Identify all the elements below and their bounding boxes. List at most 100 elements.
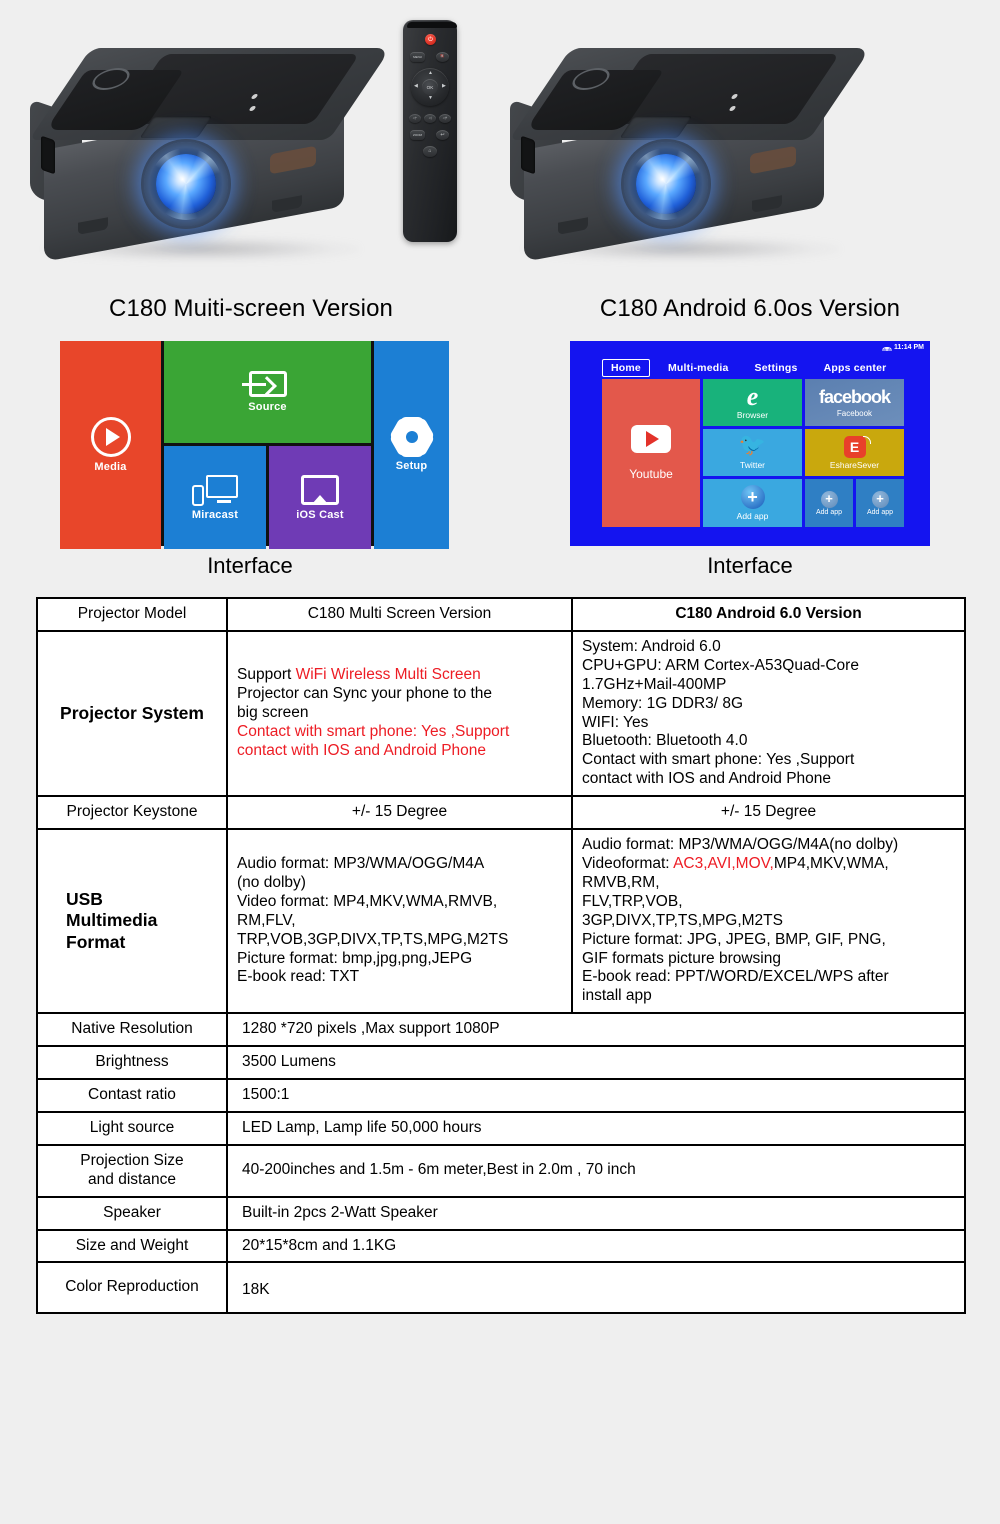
table-row-brightness: Brightness 3500 Lumens — [36, 1045, 966, 1081]
system-multi-line-5: contact with IOS and Android Phone — [237, 741, 487, 759]
app-tile-add-app-3[interactable]: + Add app — [856, 479, 904, 527]
remote-ok-button[interactable]: OK — [422, 79, 438, 95]
remote-left-arrow-icon[interactable]: ◀ — [414, 84, 418, 89]
row-label-contrast-ratio: Contast ratio — [36, 1078, 228, 1113]
row-label-speaker: Speaker — [36, 1195, 228, 1231]
nav-item-multimedia[interactable]: Multi-media — [660, 360, 737, 376]
usb-android-line-4: FLV,TRP,VOB, — [582, 892, 683, 910]
product-title-android: C180 Android 6.0os Version — [599, 295, 901, 322]
remote-home-button[interactable]: ⌂ — [423, 146, 437, 157]
app-tile-browser[interactable]: e Browser — [703, 379, 802, 426]
app-tile-facebook[interactable]: facebook Facebook — [805, 379, 904, 426]
remote-multiscreen: ⏻ MENU 🔇 ▲ ▼ ◀ ▶ OK ◁− ◁ ◁+ ZOOM ↩ ⌂ — [403, 20, 457, 270]
table-row-contrast-ratio: Contast ratio 1500:1 — [36, 1078, 966, 1113]
app-tile-youtube[interactable]: Youtube — [602, 379, 700, 527]
usb-multi-line-3: Video format: MP4,MKV,WMA,RMVB, — [237, 892, 498, 910]
table-row-light-source: Light source LED Lamp, Lamp life 50,000 … — [36, 1110, 966, 1146]
table-row-keystone: Projector Keystone +/- 15 Degree +/- 15 … — [36, 795, 966, 831]
remote-body: ⏻ MENU 🔇 ▲ ▼ ◀ ▶ OK ◁− ◁ ◁+ ZOOM ↩ ⌂ — [403, 20, 457, 242]
remote-up-arrow-icon[interactable]: ▲ — [428, 71, 433, 76]
remote-power-button[interactable]: ⏻ — [425, 34, 436, 45]
android-ui-screenshot: 11:14 PM Home Multi-media Settings Apps … — [570, 341, 930, 546]
system-android-line-7: Contact with smart phone: Yes ,Support — [582, 751, 855, 769]
system-android-line-8: contact with IOS and Android Phone — [582, 770, 832, 788]
remote-menu-button[interactable]: MENU — [410, 52, 425, 62]
projection-size-label-line-1: Projection Size — [80, 1151, 184, 1169]
projector-android-photo — [502, 38, 872, 283]
cell-light-source-value: LED Lamp, Lamp life 50,000 hours — [226, 1110, 966, 1146]
system-android-line-1: System: Android 6.0 — [582, 637, 721, 655]
metro-tile-label: Miracast — [191, 508, 239, 521]
usb-android-line-7: GIF formats picture browsing — [582, 949, 781, 967]
app-add-row: + Add app + Add app — [805, 479, 904, 527]
projection-size-label-line-2: and distance — [88, 1170, 176, 1188]
row-label-line-1: Projector System — [60, 702, 204, 723]
twitter-bird-icon — [739, 432, 767, 458]
wifi-icon — [882, 344, 892, 351]
cell-keystone-android: +/- 15 Degree — [571, 795, 966, 831]
usb-label-line-3: Format — [66, 931, 126, 952]
system-android-line-4: Memory: 1G DDR3/ 8G — [582, 694, 744, 712]
remote-back-button[interactable]: ↩ — [436, 130, 449, 140]
system-android-line-5: WIFI: Yes — [582, 713, 649, 731]
header-col-multi-screen: C180 Multi Screen Version — [226, 597, 573, 632]
interface-caption-multiscreen: Interface — [207, 553, 293, 578]
metro-tile-media[interactable]: Media — [60, 341, 161, 549]
app-tile-add-app-1[interactable]: + Add app — [703, 479, 802, 527]
metro-ui-screenshot: Media Source Miracast iOS Cast Setup — [60, 341, 449, 549]
system-android-line-3: 1.7GHz+Mail-400MP — [582, 675, 727, 693]
cell-contrast-ratio-value: 1500:1 — [226, 1078, 966, 1113]
nav-item-apps-center[interactable]: Apps center — [816, 360, 895, 376]
app-tile-label: Twitter — [739, 459, 766, 470]
remote-volume-up-button[interactable]: ◁+ — [439, 114, 451, 123]
browser-e-icon: e — [746, 381, 759, 411]
app-tile-label: Add app — [736, 511, 769, 521]
interface-cell-multiscreen: Media Source Miracast iOS Cast Setup — [0, 341, 500, 553]
app-tile-add-app-2[interactable]: + Add app — [805, 479, 853, 527]
cell-system-multi: Support WiFi Wireless Multi Screen Proje… — [226, 629, 573, 798]
app-tile-eshare[interactable]: E EshareSever — [805, 429, 904, 476]
remote-mute-button[interactable]: 🔇 — [436, 52, 449, 62]
row-label-projector-system: Projector System — [36, 629, 228, 798]
usb-android-line-3: RMVB,RM, — [582, 873, 660, 891]
header-label-projector-model: Projector Model — [36, 597, 228, 632]
nav-item-settings[interactable]: Settings — [747, 360, 806, 376]
table-row-header: Projector Model C180 Multi Screen Versio… — [36, 597, 966, 632]
plus-circle-icon: + — [871, 490, 889, 508]
remote-right-arrow-icon[interactable]: ▶ — [442, 84, 446, 89]
gear-icon — [388, 416, 435, 458]
cell-projection-size-value: 40-200inches and 1.5m - 6m meter,Best in… — [226, 1143, 966, 1198]
source-input-icon — [241, 371, 287, 397]
plus-circle-icon: + — [820, 490, 838, 508]
system-multi-line-4: Contact with smart phone: Yes ,Support — [237, 722, 510, 740]
cell-native-resolution-value: 1280 *720 pixels ,Max support 1080P — [226, 1012, 966, 1048]
remote-volume-down-button[interactable]: ◁− — [409, 114, 421, 123]
metro-tile-miracast[interactable]: Miracast — [164, 446, 266, 549]
projector-power-port — [41, 135, 55, 175]
remote-volume-mid-button[interactable]: ◁ — [424, 114, 436, 123]
cell-usb-multi: Audio format: MP3/WMA/OGG/M4A (no dolby)… — [226, 828, 573, 1015]
app-tile-twitter[interactable]: Twitter — [703, 429, 802, 476]
usb-multi-line-6: Picture format: bmp,jpg,png,JEPG — [237, 949, 473, 967]
ios-cast-icon — [301, 474, 339, 505]
table-row-projector-system: Projector System Support WiFi Wireless M… — [36, 629, 966, 798]
usb-android-videoformat-red: AC3,AVI,MOV, — [673, 854, 774, 872]
usb-android-line-9: install app — [582, 987, 652, 1005]
cell-system-android: System: Android 6.0 CPU+GPU: ARM Cortex-… — [571, 629, 966, 798]
metro-tile-source[interactable]: Source — [164, 341, 371, 443]
interface-cell-android: 11:14 PM Home Multi-media Settings Apps … — [500, 341, 1000, 553]
remote-down-arrow-icon[interactable]: ▼ — [428, 96, 433, 101]
cell-keystone-multi: +/- 15 Degree — [226, 795, 573, 831]
metro-tile-setup[interactable]: Setup — [374, 341, 449, 549]
usb-label-line-1: USB — [66, 889, 103, 910]
row-label-keystone: Projector Keystone — [36, 795, 228, 831]
app-tile-label: Add app — [866, 508, 894, 516]
product-photo-row: ⏻ MENU 🔇 ▲ ▼ ◀ ▶ OK ◁− ◁ ◁+ ZOOM ↩ ⌂ — [0, 0, 1000, 295]
row-label-usb-multimedia: USB Multimedia Format — [36, 828, 228, 1015]
play-circle-icon — [90, 417, 131, 457]
row-label-size-weight: Size and Weight — [36, 1228, 228, 1264]
nav-item-home[interactable]: Home — [602, 359, 650, 377]
product-photo-cell-android: ⏻ 🔇 ◍ ⇄ ▲ ▼ ◀ ▶ OK⏯ ☰ ↩ ⌂ ▬ ▬ ▬ ▬ — [500, 0, 1000, 295]
remote-zoom-button[interactable]: ZOOM — [410, 130, 425, 140]
metro-tile-ioscast[interactable]: iOS Cast — [269, 446, 371, 549]
